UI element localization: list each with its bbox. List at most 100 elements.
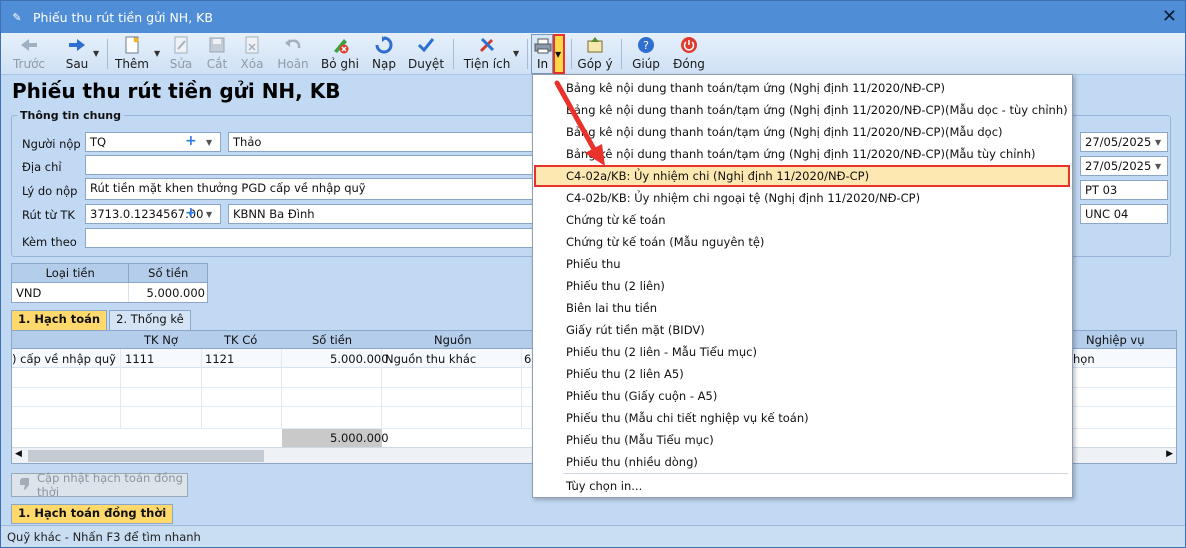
row-source-cell[interactable]: Nguồn thu khác <box>385 352 476 366</box>
menu-item[interactable]: Bảng kê nội dung thanh toán/tạm ứng (Ngh… <box>566 103 1068 117</box>
menu-item[interactable]: Phiếu thu (2 liên A5) <box>566 367 684 381</box>
toolbar-separator <box>527 39 528 69</box>
toolbar-separator <box>621 39 622 69</box>
tab-statistics[interactable]: 2. Thống kê <box>109 310 191 330</box>
feedback-label: Góp ý <box>577 57 613 71</box>
chevron-down-icon[interactable]: ▼ <box>1155 162 1161 171</box>
unc-no-field[interactable]: UNC 04 <box>1080 204 1168 224</box>
feedback-button[interactable]: Góp ý <box>577 35 613 73</box>
row-amount-cell[interactable]: 5.000.000 <box>330 352 389 366</box>
payer-name-input[interactable]: Thảo <box>228 132 533 152</box>
delete-button[interactable]: Xóa <box>240 35 264 73</box>
reason-label: Lý do nộp <box>22 184 78 198</box>
currency-header-amount: Số tiền <box>148 266 189 280</box>
edit-document-icon <box>173 35 189 55</box>
menu-item-print-options[interactable]: Tùy chọn in... <box>566 479 642 493</box>
utilities-button[interactable]: Tiện ích <box>464 35 510 73</box>
feedback-icon <box>586 35 604 55</box>
account-bank-input[interactable]: KBNN Ba Đình <box>228 204 533 224</box>
menu-item[interactable]: Chứng từ kế toán <box>566 213 666 227</box>
add-icon[interactable]: + <box>185 205 197 221</box>
chevron-down-icon[interactable]: ▼ <box>93 49 101 59</box>
menu-item[interactable]: C4-02b/KB: Ủy nhiệm chi ngoại tệ (Nghị đ… <box>566 191 920 205</box>
scrollbar-thumb[interactable] <box>28 450 264 462</box>
unrecord-button[interactable]: Bỏ ghi <box>321 35 359 73</box>
row-extra-cell[interactable]: 6 <box>524 352 531 366</box>
reload-button[interactable]: Nạp <box>371 35 397 73</box>
close-button[interactable]: Đóng <box>672 35 706 73</box>
address-input[interactable] <box>85 155 533 175</box>
menu-item[interactable]: Bảng kê nội dung thanh toán/tạm ứng (Ngh… <box>566 147 1036 161</box>
account-label: Rút từ TK <box>22 208 75 222</box>
help-button[interactable]: ? Giúp <box>631 35 661 73</box>
next-button[interactable]: Sau <box>63 35 91 73</box>
print-button[interactable]: In <box>531 34 553 74</box>
menu-item-c402a[interactable]: C4-02a/KB: Ủy nhiệm chi (Nghị định 11/20… <box>534 165 1070 187</box>
menu-item[interactable]: Bảng kê nội dung thanh toán/tạm ứng (Ngh… <box>566 81 945 95</box>
menu-separator <box>563 473 1068 474</box>
window-title: Phiếu thu rút tiền gửi NH, KB <box>33 9 213 25</box>
delete-label: Xóa <box>240 57 264 71</box>
reason-input[interactable]: Rút tiền mặt khen thưởng PGD cấp về nhập… <box>85 178 533 200</box>
tab-accounting[interactable]: 1. Hạch toán <box>11 310 108 330</box>
voucher-no-field[interactable]: PT 03 <box>1080 180 1168 200</box>
edit-button[interactable]: Sửa <box>169 35 193 73</box>
edit-label: Sửa <box>169 57 193 71</box>
approve-button[interactable]: Duyệt <box>407 35 445 73</box>
chevron-down-icon[interactable]: ▼ <box>154 49 162 59</box>
currency-table-header: Loại tiền Số tiền <box>12 264 207 283</box>
back-button[interactable]: Trước <box>11 35 47 73</box>
currency-amount-cell[interactable]: 5.000.000 <box>129 283 207 302</box>
row-business-cell[interactable]: họn <box>1073 352 1095 366</box>
currency-row[interactable]: VND 5.000.000 <box>12 283 207 302</box>
currency-table: Loại tiền Số tiền VND 5.000.000 <box>11 263 208 303</box>
approve-label: Duyệt <box>407 57 445 71</box>
menu-item[interactable]: Phiếu thu (Mẫu chi tiết nghiệp vụ kế toá… <box>566 411 809 425</box>
chevron-down-icon[interactable]: ▼ <box>206 138 212 147</box>
grid-divider <box>281 349 282 429</box>
menu-item[interactable]: Phiếu thu <box>566 257 621 271</box>
detail-tabs: 1. Hạch toán 2. Thống kê <box>11 310 193 330</box>
grid-header-credit: TK Có <box>224 333 258 347</box>
scroll-right-icon[interactable]: ▶ <box>1166 449 1173 459</box>
menu-item[interactable]: Biên lai thu tiền <box>566 301 657 315</box>
row-debit-cell[interactable]: 1111 <box>125 352 154 366</box>
chevron-down-icon[interactable]: ▼ <box>206 210 212 219</box>
menu-item[interactable]: Phiếu thu (nhiều dòng) <box>566 455 698 469</box>
menu-item[interactable]: Chứng từ kế toán (Mẫu nguyên tệ) <box>566 235 764 249</box>
close-icon[interactable]: ✕ <box>1162 6 1177 27</box>
row-description-cell[interactable]: ) cấp về nhập quỹ <box>12 352 116 366</box>
menu-item[interactable]: Phiếu thu (Giấy cuộn - A5) <box>566 389 717 403</box>
undo-icon <box>284 35 302 55</box>
undo-button[interactable]: Hoãn <box>277 35 309 73</box>
save-icon <box>209 35 225 55</box>
menu-item[interactable]: Giấy rút tiền mặt (BIDV) <box>566 323 705 337</box>
chevron-down-icon[interactable]: ▼ <box>1155 138 1161 147</box>
account-no-input[interactable]: 3713.0.1234567.00 <box>85 204 221 224</box>
refresh-icon <box>375 35 393 55</box>
currency-type-cell[interactable]: VND <box>12 283 130 302</box>
chevron-down-icon[interactable]: ▼ <box>513 49 521 59</box>
payer-code-input[interactable]: TQ <box>85 132 221 152</box>
toolbar: Trước Sau ▼ Thêm ▼ Sửa Cắt Xóa Hoãn Bỏ g… <box>1 33 1185 75</box>
print-label: In <box>537 57 549 71</box>
attach-label: Kèm theo <box>22 235 77 249</box>
undo-label: Hoãn <box>277 57 309 71</box>
print-dropdown-arrow[interactable]: ▼ <box>553 34 565 74</box>
add-button[interactable]: Thêm <box>114 35 150 73</box>
menu-item[interactable]: Phiếu thu (2 liên - Mẫu Tiểu mục) <box>566 345 757 359</box>
grid-divider <box>521 349 522 429</box>
checkmark-icon <box>417 35 435 55</box>
attach-input[interactable] <box>85 228 533 248</box>
scroll-left-icon[interactable]: ◀ <box>15 449 22 459</box>
update-accounting-button[interactable]: Cập nhật hạch toán đồng thời <box>11 471 188 499</box>
thumbs-down-icon <box>18 477 32 494</box>
menu-item[interactable]: Bảng kê nội dung thanh toán/tạm ứng (Ngh… <box>566 125 1003 139</box>
row-credit-cell[interactable]: 1121 <box>205 352 234 366</box>
menu-item[interactable]: Phiếu thu (Mẫu Tiểu mục) <box>566 433 714 447</box>
menu-item[interactable]: Phiếu thu (2 liên) <box>566 279 665 293</box>
add-icon[interactable]: + <box>185 133 197 149</box>
save-button[interactable]: Cắt <box>205 35 229 73</box>
tab-concurrent-accounting[interactable]: 1. Hạch toán đồng thời <box>11 504 174 524</box>
grid-divider <box>201 349 202 429</box>
